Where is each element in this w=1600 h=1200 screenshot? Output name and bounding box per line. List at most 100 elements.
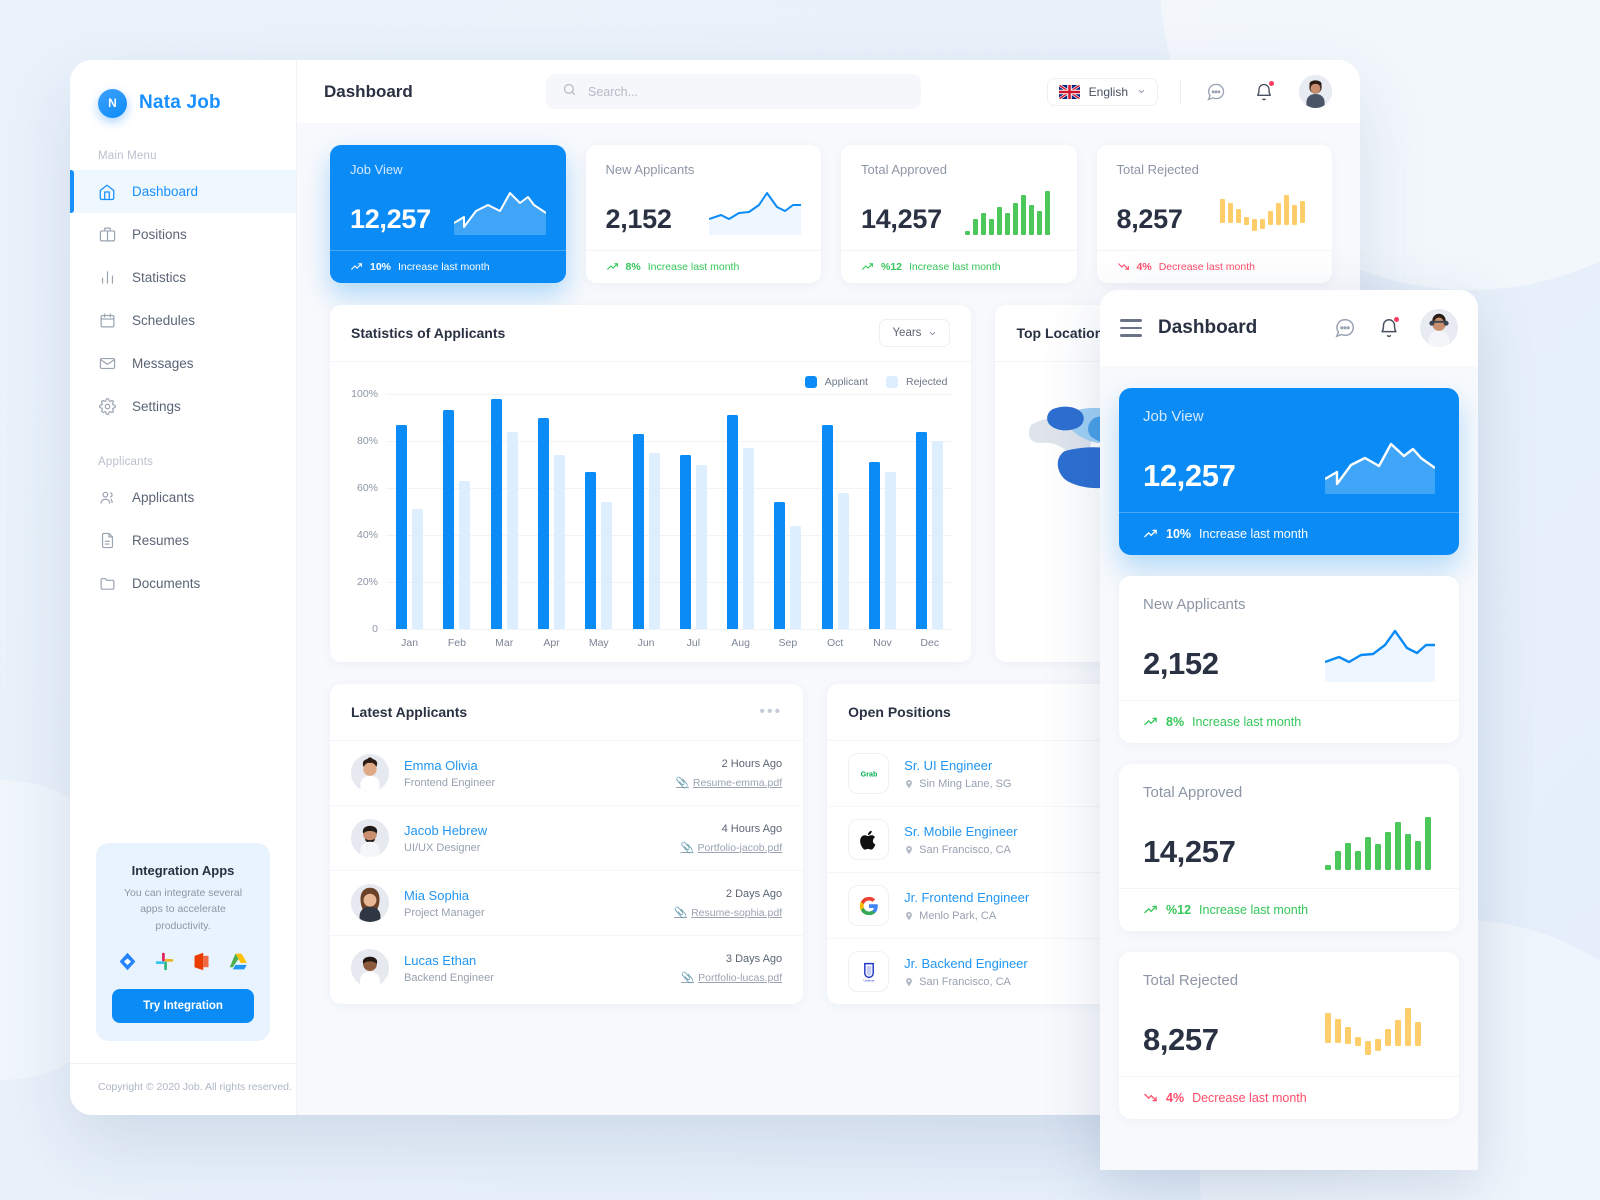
ellipsis-icon[interactable]: ••• — [759, 704, 782, 720]
bar-group — [906, 394, 953, 629]
hamburger-icon[interactable] — [1120, 319, 1142, 337]
sidebar-item-messages[interactable]: Messages — [70, 342, 296, 385]
mobile-card-delta: %12 Increase last month — [1119, 888, 1459, 931]
integration-description: You can integrate several apps to accele… — [123, 887, 243, 932]
sidebar-item-resumes[interactable]: Resumes — [70, 519, 296, 562]
sidebar-item-schedules[interactable]: Schedules — [70, 299, 296, 342]
avatar[interactable] — [1420, 309, 1458, 347]
y-tick-label: 0 — [372, 623, 378, 635]
stat-delta: 4% Decrease last month — [1096, 250, 1332, 283]
mobile-card-job-view[interactable]: Job View 12,257 10% Increase last month — [1119, 388, 1459, 555]
sidebar-item-applicants[interactable]: Applicants — [70, 476, 296, 519]
brand[interactable]: N Nata Job — [70, 60, 296, 122]
sidebar-item-dashboard[interactable]: Dashboard — [70, 170, 296, 213]
bell-icon[interactable] — [1251, 79, 1277, 105]
applicant-file-link[interactable]: 📎 Resume-sophia.pdf — [674, 906, 782, 919]
applicants-section-label: Applicants — [98, 456, 154, 468]
menu-section-label: Main Menu — [98, 150, 157, 162]
chevron-down-icon — [930, 331, 936, 335]
company-logo: Grab — [848, 753, 890, 794]
sidebar-item-documents[interactable]: Documents — [70, 562, 296, 605]
stat-delta-text: Increase last month — [909, 260, 1001, 273]
paperclip-icon: 📎 — [675, 776, 689, 789]
bar-rejected — [837, 492, 849, 629]
applicant-name[interactable]: Lucas Ethan — [404, 953, 494, 968]
location-pin-icon — [906, 845, 913, 854]
sidebar-item-label: Settings — [132, 399, 181, 414]
location-pin-icon — [906, 977, 913, 986]
office-icon — [194, 952, 209, 971]
applicant-time: 3 Days Ago — [725, 952, 783, 965]
try-integration-button[interactable]: Try Integration — [112, 989, 254, 1023]
bar-rejected — [412, 509, 424, 629]
brand-name: Nata Job — [139, 92, 221, 113]
page-title: Dashboard — [324, 81, 413, 101]
bar-rejected — [553, 455, 565, 629]
paperclip-icon: 📎 — [680, 841, 694, 854]
applicant-name[interactable]: Emma Olivia — [404, 758, 495, 773]
stat-delta: 10% Increase last month — [330, 250, 566, 283]
statistics-panel: Statistics of Applicants Years Applicant… — [330, 305, 972, 662]
search-input[interactable] — [588, 84, 905, 99]
applicant-name[interactable]: Jacob Hebrew — [404, 823, 487, 838]
bell-icon[interactable] — [1376, 315, 1402, 341]
y-tick-label: 100% — [351, 388, 378, 400]
home-icon — [98, 183, 116, 201]
stat-label: Total Rejected — [1116, 162, 1199, 177]
stat-label: Total Approved — [861, 162, 948, 177]
stat-card-total-approved[interactable]: Total Approved 14,257 %12 Increase last … — [841, 145, 1077, 283]
mobile-cards: Job View 12,257 10% Increase last month … — [1100, 366, 1478, 1141]
bar-group — [622, 394, 669, 629]
applicant-row[interactable]: Emma Olivia Frontend Engineer 2 Hours Ago 📎… — [330, 741, 804, 806]
sparkline-bars — [1325, 1008, 1421, 1055]
stat-delta: 8% Increase last month — [585, 250, 821, 283]
position-title[interactable]: Jr. Frontend Engineer — [904, 890, 1029, 905]
chat-bubble-icon[interactable] — [1332, 315, 1358, 341]
location-pin-icon — [906, 779, 913, 788]
position-location-text: San Francisco, CA — [919, 843, 1011, 856]
applicant-file-link[interactable]: 📎 Portfolio-lucas.pdf — [681, 971, 782, 984]
avatar[interactable] — [1299, 75, 1332, 108]
position-title[interactable]: Jr. Backend Engineer — [904, 956, 1028, 971]
x-tick-label: Sep — [778, 637, 798, 649]
calendar-icon — [98, 312, 116, 330]
brand-logo: N — [98, 88, 127, 118]
sidebar-item-positions[interactable]: Positions — [70, 213, 296, 256]
stat-card-total-rejected[interactable]: Total Rejected 8,257 4% Decrease last mo… — [1096, 145, 1332, 283]
range-select-button[interactable]: Years — [879, 319, 951, 347]
position-title[interactable]: Sr. Mobile Engineer — [904, 824, 1017, 839]
mobile-card-delta: 4% Decrease last month — [1119, 1076, 1459, 1119]
language-selector[interactable]: English — [1046, 77, 1158, 106]
applicant-row[interactable]: Mia Sophia Project Manager 2 Days Ago 📎 Resu… — [330, 871, 804, 936]
notification-badge — [1393, 316, 1400, 323]
position-title[interactable]: Sr. UI Engineer — [904, 758, 1011, 773]
legend-label: Applicant — [824, 376, 868, 388]
sidebar-item-label: Documents — [132, 576, 201, 591]
applicant-row[interactable]: Jacob Hebrew UI/UX Designer 4 Hours Ago 📎 Po… — [330, 806, 804, 871]
chat-bubble-icon[interactable] — [1203, 79, 1229, 105]
sparkline-chart — [453, 192, 546, 235]
mobile-card-total-rejected[interactable]: Total Rejected 8,257 4% Decrease last mo… — [1119, 952, 1459, 1119]
sidebar-item-statistics[interactable]: Statistics — [70, 256, 296, 299]
applicant-file-link[interactable]: 📎 Portfolio-jacob.pdf — [680, 841, 782, 854]
applicant-row[interactable]: Lucas Ethan Backend Engineer 3 Days Ago 📎 Po… — [330, 936, 803, 1000]
trend-up-icon — [606, 263, 618, 270]
stat-card-new-applicants[interactable]: New Applicants 2,152 8% Increase last mo… — [585, 145, 821, 283]
sidebar-item-settings[interactable]: Settings — [70, 385, 296, 428]
bar-group — [717, 394, 764, 629]
mobile-card-label: Total Approved — [1143, 784, 1243, 801]
applicant-file-link[interactable]: 📎 Resume-emma.pdf — [676, 776, 782, 789]
mobile-card-total-approved[interactable]: Total Approved 14,257 %12 Increase last … — [1119, 764, 1459, 931]
mobile-card-delta-value: 4% — [1166, 1090, 1185, 1105]
bar-group — [386, 394, 433, 629]
trend-up-icon — [1144, 905, 1157, 914]
mobile-card-new-applicants[interactable]: New Applicants 2,152 8% Increase last mo… — [1119, 576, 1459, 743]
stat-card-job-view[interactable]: Job View 12,257 10% Increase last month — [330, 145, 566, 283]
applicant-name[interactable]: Mia Sophia — [404, 888, 485, 903]
search-box[interactable] — [546, 74, 921, 109]
trend-up-icon — [351, 263, 362, 270]
applicant-time: 4 Hours Ago — [721, 822, 783, 835]
stat-delta-text: Increase last month — [647, 260, 740, 273]
x-tick-label: May — [588, 637, 609, 649]
bar-applicant — [679, 455, 691, 629]
